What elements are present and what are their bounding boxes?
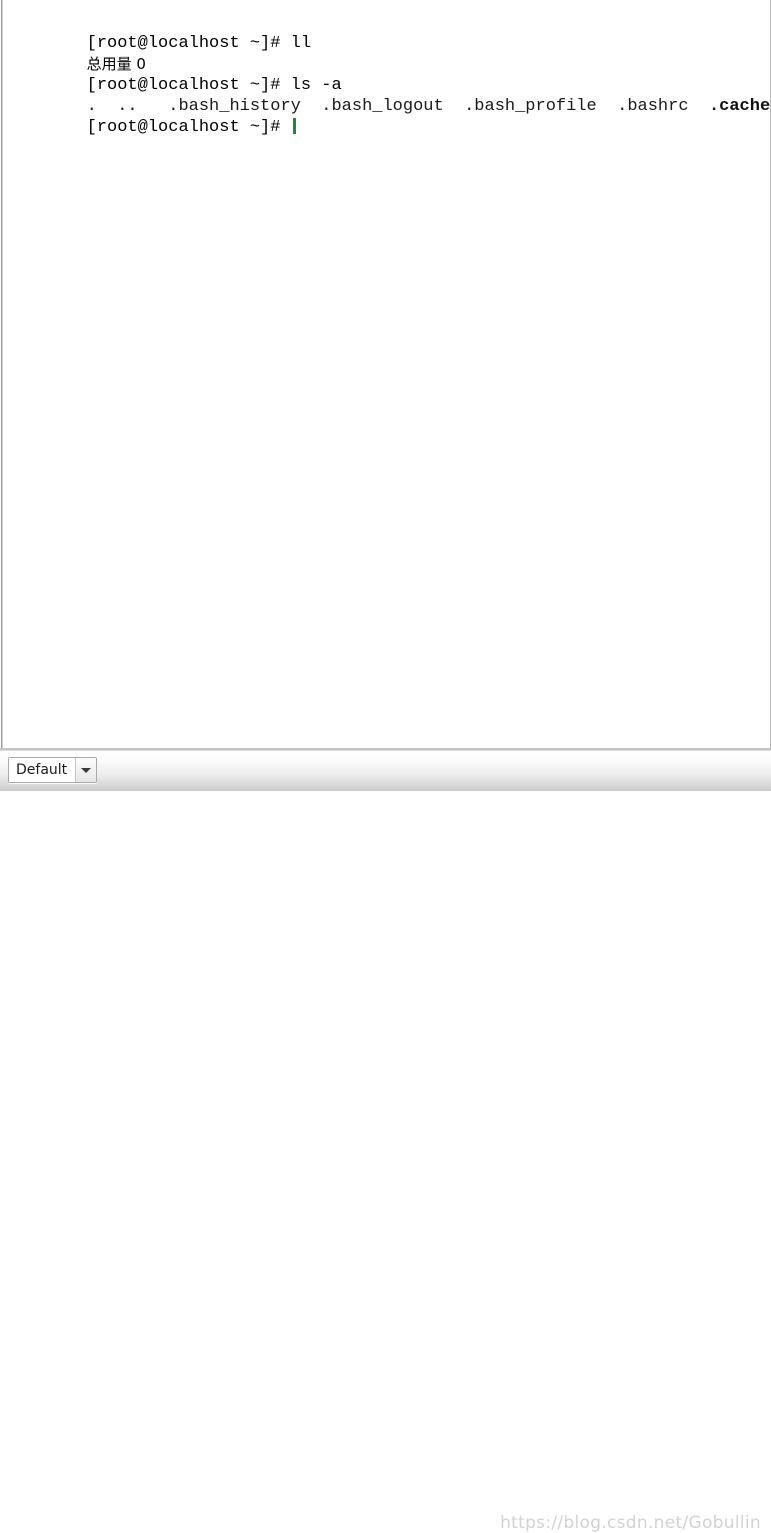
shell-prompt: [root@localhost ~]#	[86, 118, 291, 137]
ls-entry-group-files: . .. .bash_history .bash_logout .bash_pr…	[86, 97, 709, 116]
terminal-panel[interactable]: . .. .bash_history .bash_logout .bash_pr…	[0, 0, 771, 750]
bottom-toolbar: Default https://blog.csdn.net/Gobullin	[0, 750, 771, 1533]
profile-selector-dropdown-button[interactable]	[75, 758, 97, 782]
total-size-text: 总用量 0	[86, 55, 146, 73]
ls-entry-group-dirs: .cache .config	[708, 97, 771, 116]
profile-selector[interactable]: Default	[8, 757, 98, 783]
shell-prompt: [root@localhost ~]# ls -a	[86, 76, 342, 95]
terminal-line-command-ll: [root@localhost ~]# ll	[5, 12, 770, 53]
terminal-line-scrollback: . .. .bash_history .bash_logout .bash_pr…	[5, 0, 770, 12]
profile-selector-label: Default	[9, 758, 76, 782]
terminal-screen[interactable]: . .. .bash_history .bash_logout .bash_pr…	[5, 0, 770, 748]
watermark-text: https://blog.csdn.net/Gobullin	[500, 1513, 761, 1533]
chevron-down-icon	[81, 767, 92, 773]
terminal-window: . .. .bash_history .bash_logout .bash_pr…	[0, 0, 771, 1533]
shell-prompt: [root@localhost ~]# ll	[86, 34, 312, 53]
text-cursor	[292, 118, 296, 134]
